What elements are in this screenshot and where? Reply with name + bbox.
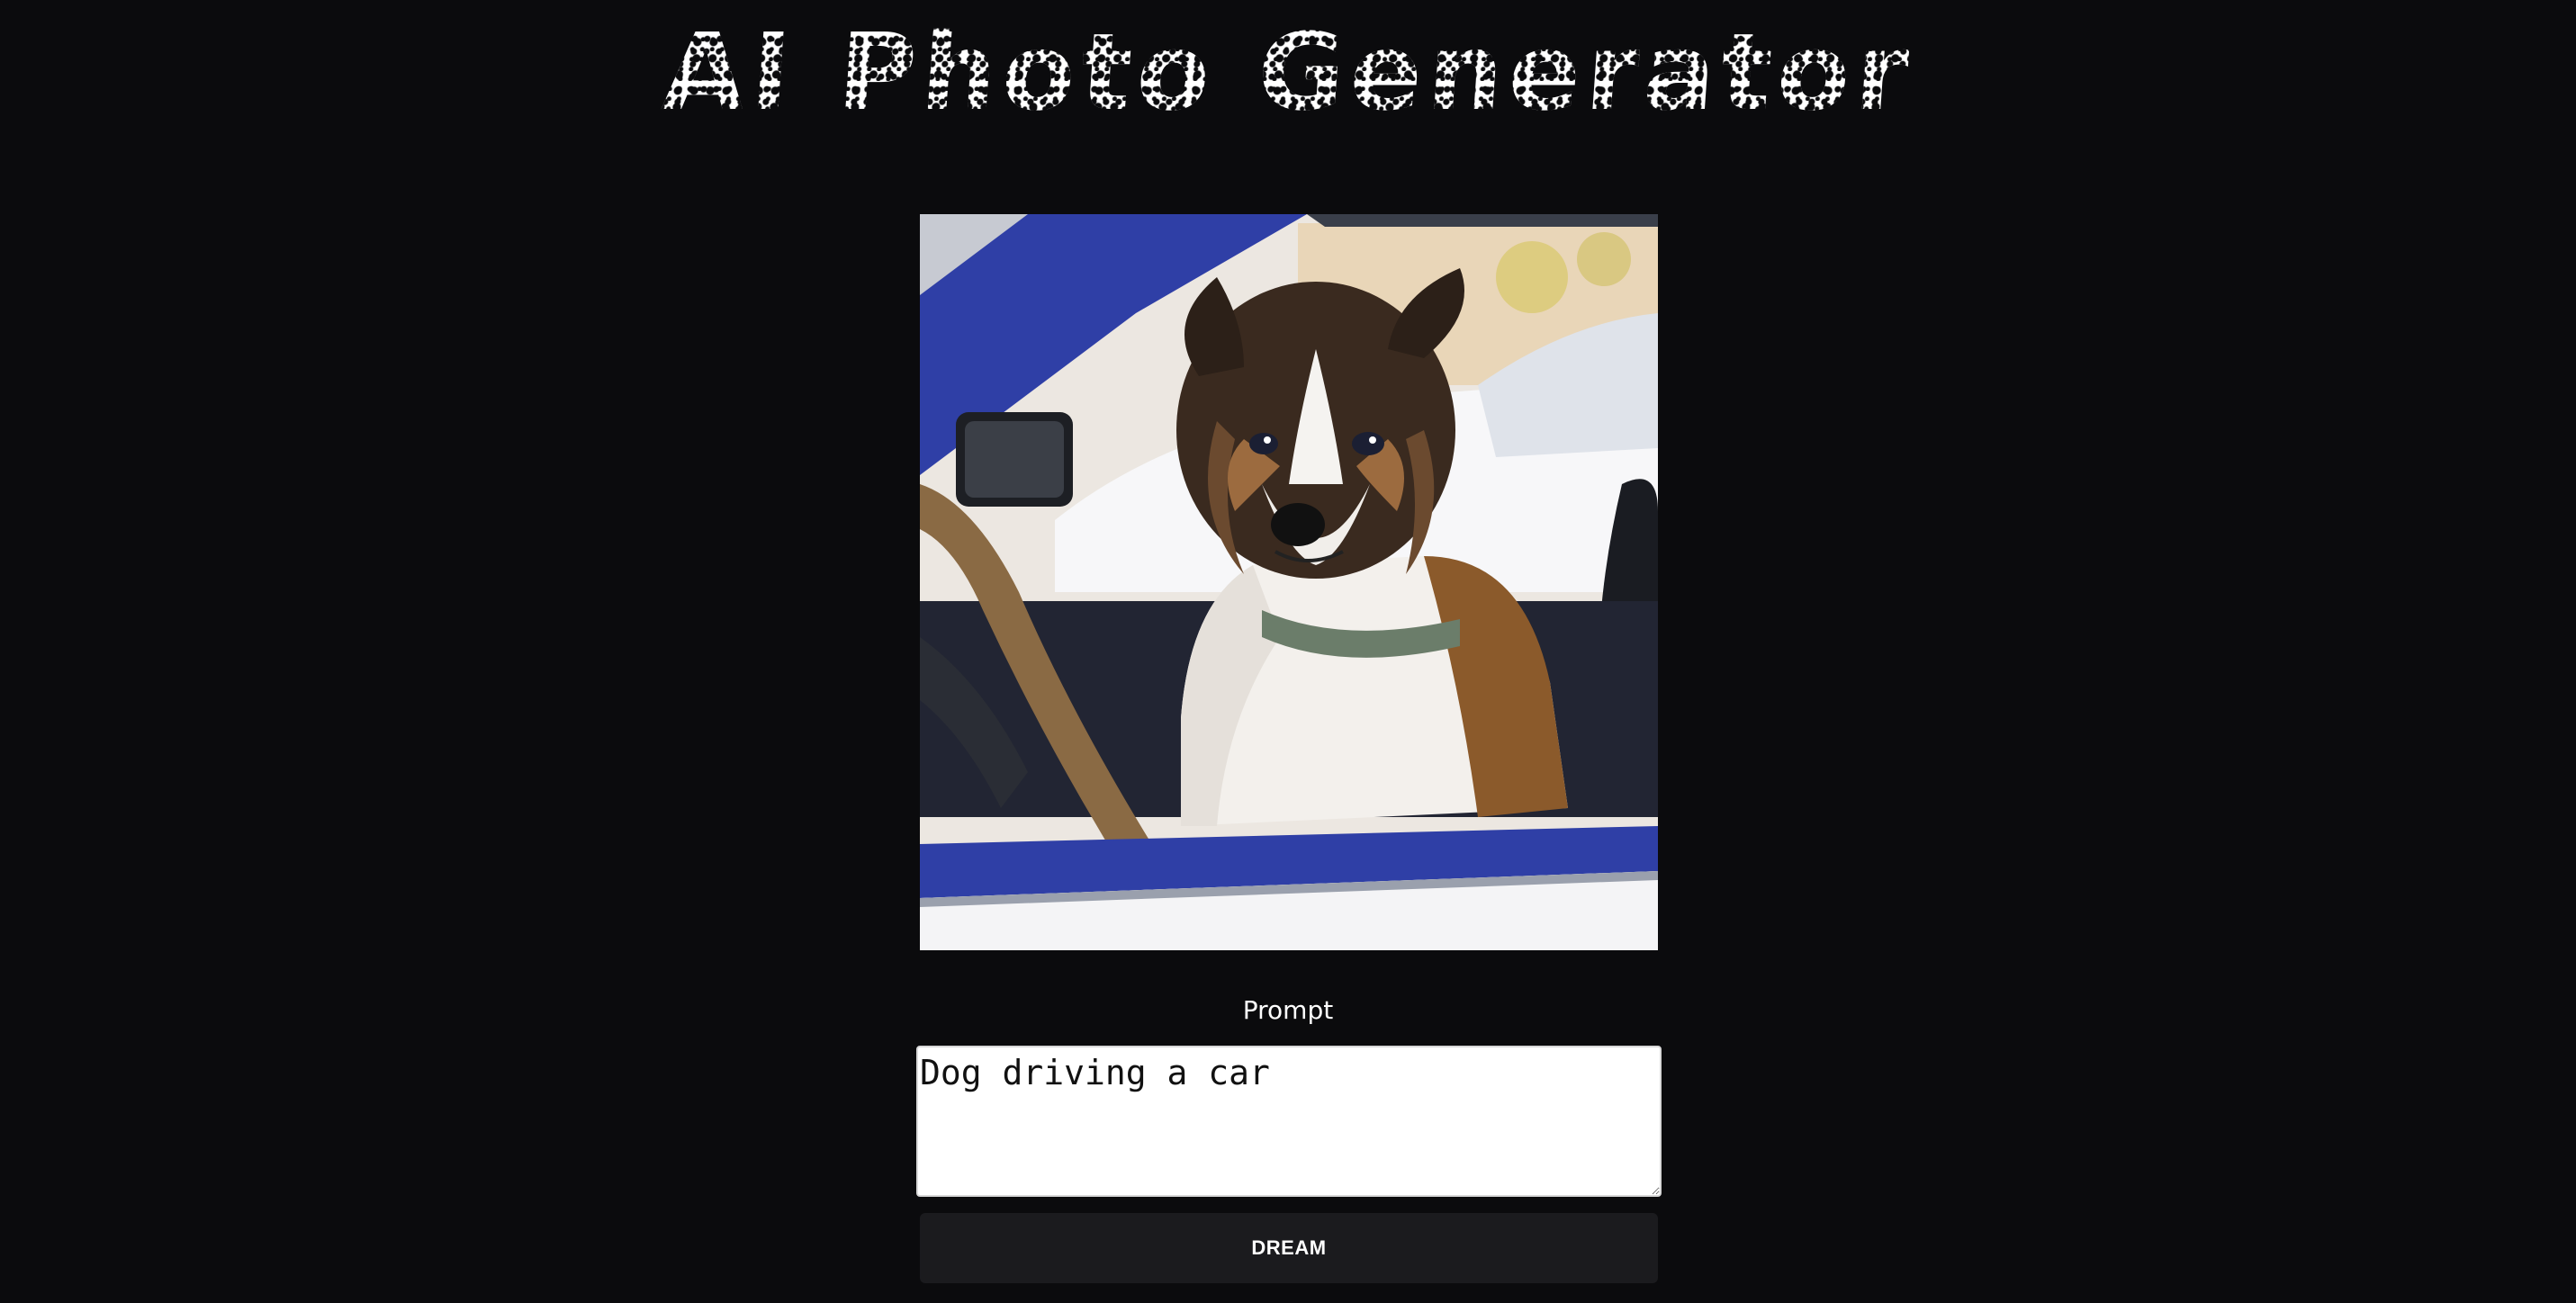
header: AI Photo Generator (0, 9, 2576, 135)
dog-in-car-illustration (920, 214, 1658, 950)
dream-button[interactable]: DREAM (920, 1213, 1658, 1283)
page: AI Photo Generator Prompt Dog driving a … (0, 0, 2576, 1303)
generated-image (920, 214, 1658, 950)
prompt-input[interactable]: Dog driving a car (916, 1046, 1662, 1197)
prompt-label: Prompt (1242, 995, 1334, 1025)
page-title: AI Photo Generator (658, 10, 1918, 134)
